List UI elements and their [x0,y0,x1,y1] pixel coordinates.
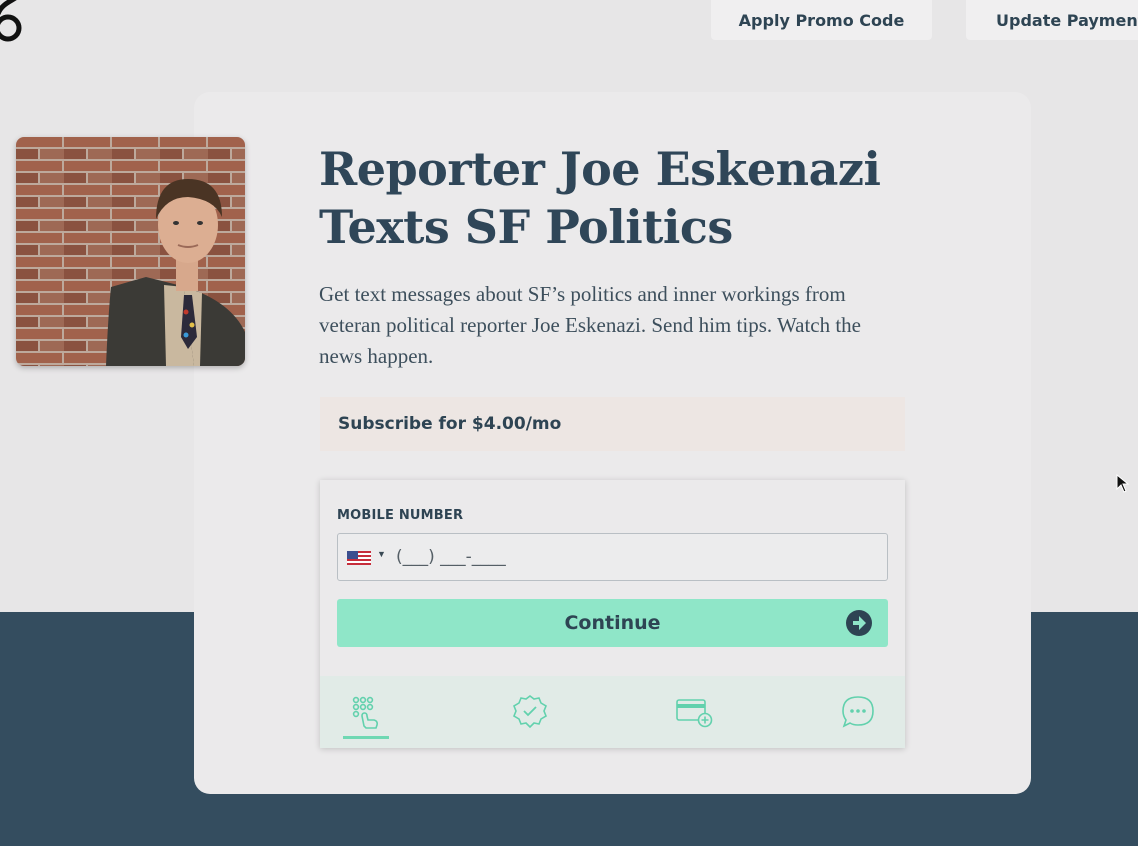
step-payment[interactable] [671,692,717,732]
phone-number-input[interactable] [396,540,876,574]
verified-badge-icon [513,695,547,729]
brand-logo-icon[interactable] [0,0,30,42]
description-text: Get text messages about SF’s politics an… [319,282,862,368]
subscribe-price-text: Subscribe for $4.00/mo [338,414,562,434]
update-payment-label: Update Payment [996,10,1138,30]
continue-button[interactable]: Continue [337,599,888,647]
page-title: Reporter Joe Eskenazi Texts SF Politics [319,140,919,256]
step-verify[interactable] [507,692,553,732]
country-dropdown-caret-icon[interactable]: ▼ [377,549,386,559]
page-title-line-1: Reporter Joe Eskenazi [319,142,881,196]
continue-label: Continue [564,612,661,634]
update-payment-button[interactable]: Update Payment [966,0,1138,40]
reporter-photo [16,137,245,366]
step-chat[interactable] [835,692,881,732]
signup-steps [320,676,905,748]
phone-number-field[interactable]: ▼ [337,533,888,581]
add-card-icon [676,699,713,728]
step-keypad[interactable] [343,692,389,732]
subscribe-price-banner: Subscribe for $4.00/mo [320,397,905,451]
apply-promo-code-button[interactable]: Apply Promo Code [711,0,932,40]
arrow-right-circle-icon [846,610,872,636]
chat-bubble-icon [842,696,874,728]
active-step-indicator [343,736,389,739]
apply-promo-code-label: Apply Promo Code [738,10,905,30]
mobile-number-label: MOBILE NUMBER [337,508,464,523]
signup-form: MOBILE NUMBER ▼ Continue [320,480,905,748]
page-title-line-2: Texts SF Politics [319,200,733,254]
keypad-touch-icon [352,696,378,729]
mouse-cursor-icon [1116,474,1130,493]
us-flag-icon[interactable] [347,551,371,565]
